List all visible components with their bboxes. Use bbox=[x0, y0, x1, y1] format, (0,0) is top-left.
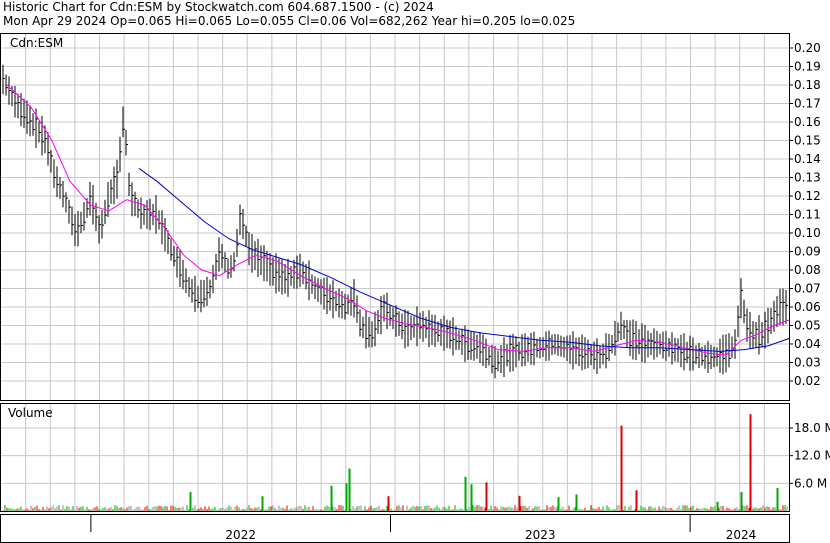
price-tick-label: 0.06 bbox=[794, 300, 821, 314]
volume-tick-label: 12.0 M bbox=[794, 449, 830, 463]
year-label: 2023 bbox=[525, 528, 556, 542]
year-label: 2024 bbox=[726, 528, 757, 542]
price-tick-label: 0.08 bbox=[794, 263, 821, 277]
time-axis bbox=[0, 514, 790, 543]
stock-chart: 0.20 0.19 0.18 0.17 0.16 0.15 0.14 0.13 0.12 0.11… bbox=[0, 33, 830, 543]
price-tick-label: 0.02 bbox=[794, 374, 821, 388]
price-tick-label: 0.12 bbox=[794, 189, 821, 203]
price-tick-label: 0.09 bbox=[794, 245, 821, 259]
price-tick-label: 0.20 bbox=[794, 41, 821, 55]
price-tick-label: 0.18 bbox=[794, 78, 821, 92]
price-tick-label: 0.14 bbox=[794, 152, 821, 166]
price-tick-label: 0.03 bbox=[794, 356, 821, 370]
price-tick-label: 0.13 bbox=[794, 171, 821, 185]
price-tick-label: 0.11 bbox=[794, 208, 821, 222]
year-label: 2022 bbox=[225, 528, 256, 542]
price-tick-label: 0.16 bbox=[794, 115, 821, 129]
volume-label: Volume bbox=[8, 406, 53, 420]
volume-tick-label: 6.0 M bbox=[794, 476, 827, 490]
price-tick-label: 0.07 bbox=[794, 282, 821, 296]
price-tick-label: 0.10 bbox=[794, 226, 821, 240]
price-tick-label: 0.17 bbox=[794, 97, 821, 111]
price-tick-label: 0.05 bbox=[794, 319, 821, 333]
price-tick-label: 0.15 bbox=[794, 134, 821, 148]
price-tick-label: 0.19 bbox=[794, 60, 821, 74]
volume-tick-label: 18.0 M bbox=[794, 421, 830, 435]
volume-axis: 18.0 M 12.0 M 6.0 M bbox=[789, 421, 830, 490]
price-tick-label: 0.04 bbox=[794, 337, 821, 351]
symbol-label: Cdn:ESM bbox=[10, 36, 63, 50]
price-axis: 0.20 0.19 0.18 0.17 0.16 0.15 0.14 0.13 0.12 0.11… bbox=[789, 41, 821, 388]
